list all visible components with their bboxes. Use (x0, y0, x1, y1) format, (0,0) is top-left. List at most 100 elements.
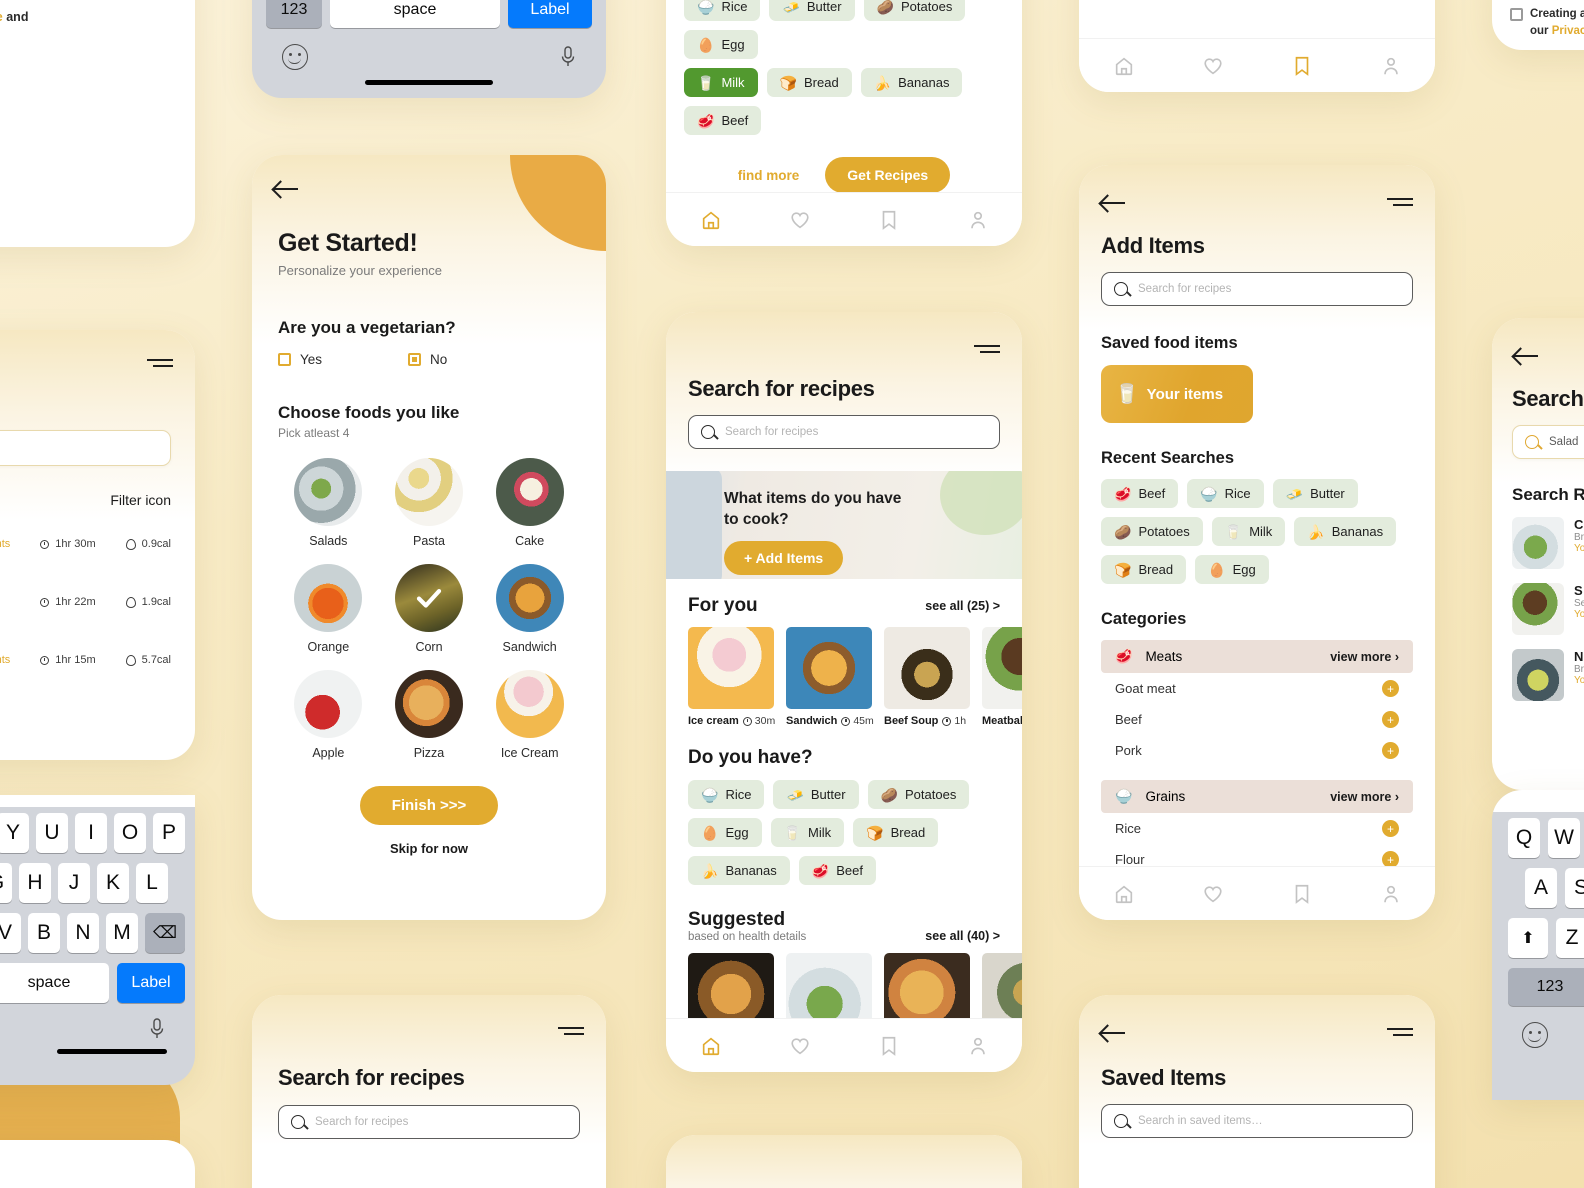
food-item-cake[interactable]: Cake (495, 458, 564, 548)
add-item-icon[interactable]: + (1382, 820, 1399, 837)
label-key[interactable]: Label (117, 963, 185, 1003)
menu-icon[interactable] (147, 357, 173, 371)
key-O[interactable]: O (114, 813, 146, 853)
key-I[interactable]: I (75, 813, 107, 853)
category-item[interactable]: Goat meat + (1101, 673, 1413, 704)
nav-home-icon[interactable] (1113, 883, 1135, 905)
skip-link[interactable]: Skip for now (278, 841, 580, 856)
chip-bread[interactable]: 🍞 Bread (766, 68, 852, 97)
chip-potatoes[interactable]: 🥔 Potatoes (1101, 517, 1203, 546)
chip-butter[interactable]: 🧈 Butter (1272, 479, 1358, 508)
chip-egg[interactable]: 🥚 Egg (688, 818, 762, 847)
get-recipes-button[interactable]: Get Recipes (825, 157, 951, 193)
category-header-meats[interactable]: 🥩 Meats view more › (1101, 640, 1413, 673)
nav-home-icon[interactable] (700, 209, 722, 231)
filter-icon-label[interactable]: Filter icon (0, 492, 171, 508)
category-header-grains[interactable]: 🍚 Grains view more › (1101, 780, 1413, 813)
option-no[interactable]: No (408, 352, 447, 367)
finish-button[interactable]: Finish >>> (359, 786, 499, 825)
category-item[interactable]: Beef + (1101, 704, 1413, 735)
for-you-see-all[interactable]: see all (25) > (925, 599, 1000, 613)
chip-potatoes[interactable]: 🥔 Potatoes (863, 0, 966, 21)
option-yes[interactable]: Yes (278, 352, 322, 367)
key-S[interactable]: S (1565, 868, 1584, 908)
mic-icon[interactable] (560, 45, 576, 69)
space-key[interactable]: space (0, 963, 109, 1003)
food-item-salads[interactable]: Salads (294, 458, 363, 548)
checkbox-yes[interactable] (278, 353, 291, 366)
nav-bookmark-icon[interactable] (1291, 55, 1313, 77)
mic-icon[interactable] (149, 1017, 165, 1041)
key-Q[interactable]: Q (1508, 818, 1540, 858)
nav-favorites-icon[interactable] (789, 209, 811, 231)
nav-profile-icon[interactable] (1380, 883, 1402, 905)
emoji-icon[interactable] (282, 44, 308, 70)
add-item-icon[interactable]: + (1382, 742, 1399, 759)
add-items-button[interactable]: + Add Items (724, 540, 844, 575)
category-item[interactable]: Pork + (1101, 735, 1413, 766)
food-item-pizza[interactable]: Pizza (394, 670, 463, 760)
recipe-card[interactable]: Ice cream 30m (688, 627, 775, 727)
recipe-search-input[interactable]: Search for recipes (278, 1105, 580, 1139)
key-V[interactable]: V (0, 913, 21, 953)
food-item-apple[interactable]: Apple (294, 670, 363, 760)
chip-beef[interactable]: 🥩 Beef (798, 856, 876, 885)
numbers-key[interactable]: 123 (1508, 968, 1584, 1006)
key-W[interactable]: W (1548, 818, 1580, 858)
chip-bananas[interactable]: 🍌 Bananas (1294, 517, 1397, 546)
chip-egg[interactable]: 🥚 Egg (1195, 555, 1269, 584)
chip-rice[interactable]: 🍚 Rice (684, 0, 761, 21)
key-L[interactable]: L (136, 863, 168, 903)
key-U[interactable]: U (36, 813, 68, 853)
food-item-pasta[interactable]: Pasta (394, 458, 463, 548)
category-view-more[interactable]: view more › (1330, 650, 1399, 664)
chip-bananas[interactable]: 🍌 Bananas (860, 68, 963, 97)
key-B[interactable]: B (28, 913, 60, 953)
key-J[interactable]: J (58, 863, 90, 903)
food-item-sandwich[interactable]: Sandwich (495, 564, 564, 654)
key-G[interactable]: G (0, 863, 12, 903)
chip-rice[interactable]: 🍚 Rice (688, 780, 765, 809)
back-icon[interactable] (274, 179, 300, 199)
recipe-search-input[interactable] (0, 430, 171, 466)
terms-checkbox[interactable] (1510, 8, 1523, 21)
nav-home-icon[interactable] (1113, 55, 1135, 77)
chip-bread[interactable]: 🍞 Bread (1101, 555, 1187, 584)
privacy-link[interactable]: Privacy (1552, 25, 1584, 37)
food-item-orange[interactable]: Orange (294, 564, 363, 654)
nav-bookmark-icon[interactable] (878, 1035, 900, 1057)
category-item[interactable]: Rice + (1101, 813, 1413, 844)
emoji-icon[interactable] (1522, 1022, 1548, 1048)
search-result-item[interactable]: N Br Yo (1512, 649, 1584, 701)
search-result-item[interactable]: S Se Yo (1512, 583, 1584, 635)
add-item-icon[interactable]: + (1382, 711, 1399, 728)
key-M[interactable]: M (106, 913, 138, 953)
find-more-link[interactable]: find more (738, 168, 800, 183)
key-H[interactable]: H (19, 863, 51, 903)
chip-milk[interactable]: 🥛 Milk (1211, 517, 1286, 546)
recipe-card[interactable]: Sandwich 45m (786, 627, 874, 727)
recipe-card[interactable]: Meatballs (982, 627, 1022, 727)
category-view-more[interactable]: view more › (1330, 790, 1399, 804)
key-N[interactable]: N (67, 913, 99, 953)
your-items-card[interactable]: 🥛 Your items (1101, 365, 1253, 423)
chip-milk[interactable]: 🥛 Milk (684, 68, 758, 97)
back-icon[interactable] (1101, 193, 1127, 213)
chip-butter[interactable]: 🧈 Butter (773, 780, 859, 809)
key-P[interactable]: P (153, 813, 185, 853)
nav-profile-icon[interactable] (967, 1035, 989, 1057)
chip-milk[interactable]: 🥛 Milk (770, 818, 845, 847)
food-item-corn[interactable]: Corn (394, 564, 463, 654)
nav-profile-icon[interactable] (1380, 55, 1402, 77)
checkbox-no[interactable] (408, 353, 422, 366)
chip-beef[interactable]: 🥩 Beef (1101, 479, 1179, 508)
search-result-item[interactable]: C Br Yo (1512, 517, 1584, 569)
chip-bread[interactable]: 🍞 Bread (853, 818, 939, 847)
chip-butter[interactable]: 🧈 Butter (769, 0, 855, 21)
recipe-card[interactable]: Beef Soup 1h (884, 627, 970, 727)
label-key[interactable]: Label (508, 0, 592, 28)
search-results-input[interactable]: Salad (1512, 425, 1584, 459)
backspace-key[interactable]: ⌫ (145, 913, 185, 953)
shift-key[interactable]: ⬆ (1508, 918, 1548, 958)
nav-favorites-icon[interactable] (789, 1035, 811, 1057)
